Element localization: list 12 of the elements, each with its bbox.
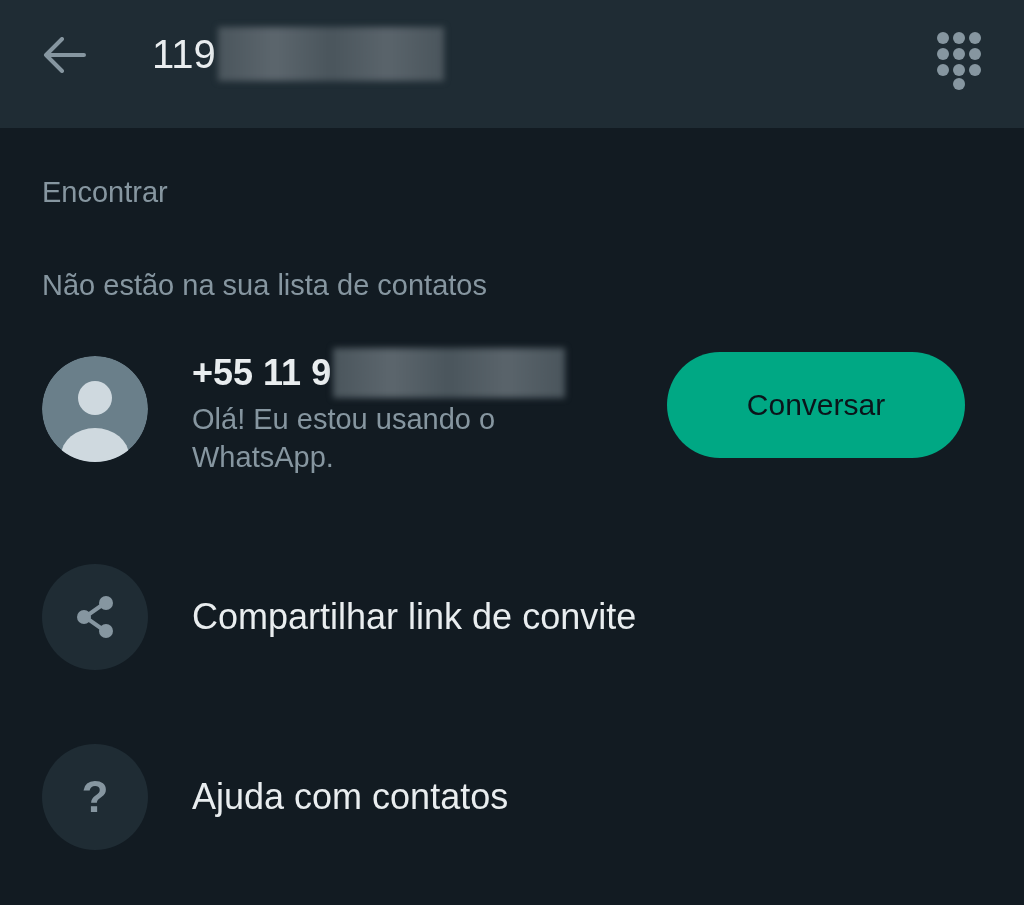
action-item[interactable]: Compartilhar link de convite xyxy=(42,564,982,670)
contact-status: Olá! Eu estou usando o WhatsApp. xyxy=(192,402,497,475)
search-field[interactable]: 119 xyxy=(152,27,936,81)
group-heading: Não estão na sua lista de contatos xyxy=(42,269,488,302)
phone-number: +55 11 9 xyxy=(192,352,332,394)
section-heading: Encontrar xyxy=(42,175,169,209)
back-arrow-icon[interactable] xyxy=(42,37,86,73)
chat-button[interactable]: Conversar xyxy=(667,352,965,458)
dialpad-icon[interactable] xyxy=(936,31,982,91)
help-icon: ? xyxy=(42,744,148,850)
avatar-icon xyxy=(42,356,148,462)
action-item[interactable]: ? Ajuda com contatos xyxy=(42,744,982,850)
